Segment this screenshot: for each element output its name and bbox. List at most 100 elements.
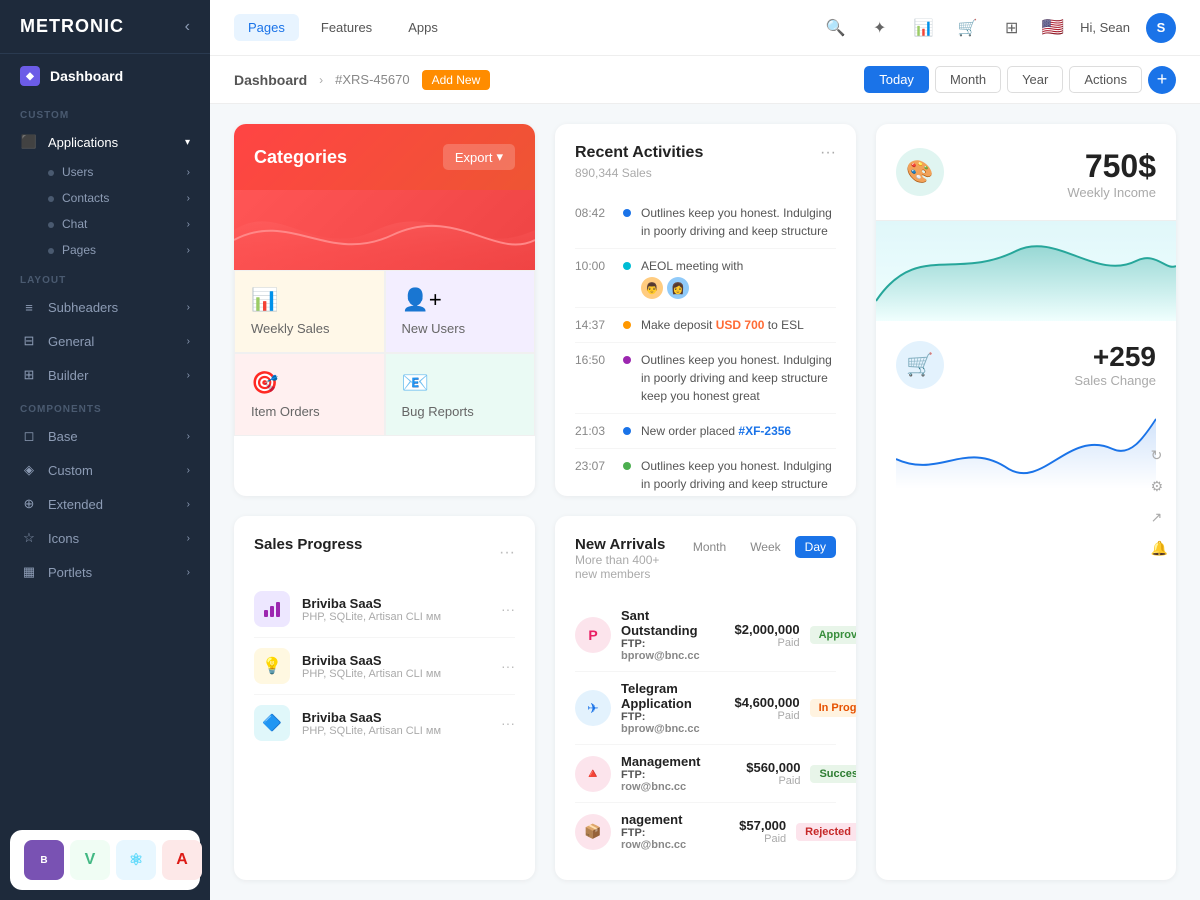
sidebar-toggle[interactable]: ‹: [185, 18, 190, 36]
send-icon[interactable]: ↗: [1151, 509, 1168, 526]
tab-month[interactable]: Month: [683, 536, 736, 558]
avatar: 👨: [641, 277, 663, 299]
react-icon[interactable]: ⚛: [116, 840, 156, 880]
arrivals-amount: $57,000 Paid: [696, 818, 786, 845]
breadcrumb-separator: ›: [319, 73, 323, 87]
sales-item-info: Briviba SaaS PHP, SQLite, Artisan CLI мм: [302, 596, 489, 623]
sales-item-dots3[interactable]: ···: [501, 715, 515, 731]
builder-icon: ⊞: [20, 366, 38, 384]
sidebar-item-dashboard[interactable]: ◆ Dashboard: [0, 54, 210, 98]
topnav-apps-btn[interactable]: Apps: [394, 14, 452, 41]
sales-item-dots2[interactable]: ···: [501, 658, 515, 674]
bug-reports-icon: 📧: [402, 370, 429, 396]
add-button[interactable]: +: [1148, 66, 1176, 94]
chevron-down-icon: ▾: [496, 149, 503, 165]
sidebar-item-pages[interactable]: Pages ›: [0, 237, 210, 263]
chevron-right-icon: ›: [187, 193, 190, 204]
deposit-link[interactable]: USD 700: [716, 318, 765, 332]
framework-bar: B V ⚛ A: [10, 830, 200, 890]
refresh-icon[interactable]: ↻: [1151, 447, 1168, 464]
network-icon[interactable]: ✦: [866, 14, 894, 42]
cat-tile-bug-reports[interactable]: 📧 Bug Reports: [385, 353, 536, 436]
cart-icon[interactable]: 🛒: [954, 14, 982, 42]
new-users-icon: 👤+: [402, 287, 442, 313]
weekly-sales-icon: 📊: [251, 287, 278, 313]
sidebar-item-portlets[interactable]: ▦ Portlets ›: [0, 555, 210, 589]
year-button[interactable]: Year: [1007, 66, 1063, 93]
activity-item: 08:42 Outlines keep you honest. Indulgin…: [575, 196, 836, 249]
tab-day[interactable]: Day: [795, 536, 836, 558]
chart-icon[interactable]: 📊: [910, 14, 938, 42]
main-area: Pages Features Apps 🔍 ✦ 📊 🛒 ⊞ 🇺🇸 Hi, Sea…: [210, 0, 1200, 900]
subheader: Dashboard › #XRS-45670 Add New Today Mon…: [210, 56, 1200, 104]
brand-name: METRONIC: [20, 16, 124, 37]
applications-icon: ⬛: [20, 133, 38, 151]
angular-icon[interactable]: A: [162, 840, 202, 880]
components-section-label: COMPONENTS: [0, 392, 210, 419]
arrivals-amount: $4,600,000 Paid: [710, 695, 800, 722]
bell-icon[interactable]: 🔔: [1151, 540, 1168, 557]
arrivals-subtitle: More than 400+ new members: [575, 553, 683, 581]
activities-card: Recent Activities ··· 890,344 Sales 08:4…: [555, 124, 856, 496]
sales-change-chart: [896, 399, 1156, 489]
bootstrap-icon[interactable]: B: [24, 840, 64, 880]
stats-card: 🎨 750$ Weekly Income: [876, 124, 1176, 880]
month-button[interactable]: Month: [935, 66, 1001, 93]
search-icon[interactable]: 🔍: [822, 14, 850, 42]
vue-icon[interactable]: V: [70, 840, 110, 880]
status-badge: Approved: [810, 626, 856, 644]
portlets-icon: ▦: [20, 563, 38, 581]
sales-item-info2: Briviba SaaS PHP, SQLite, Artisan CLI мм: [302, 653, 489, 680]
activity-item: 10:00 AEOL meeting with 👨 👩: [575, 249, 836, 308]
topnav-pages-btn[interactable]: Pages: [234, 14, 299, 41]
sidebar-item-contacts[interactable]: Contacts ›: [0, 185, 210, 211]
sales-item: 💡 Briviba SaaS PHP, SQLite, Artisan CLI …: [254, 638, 515, 695]
sales-item-dots[interactable]: ···: [501, 601, 515, 617]
sidebar-item-builder[interactable]: ⊞ Builder ›: [0, 358, 210, 392]
cat-tile-item-orders[interactable]: 🎯 Item Orders: [234, 353, 385, 436]
sidebar-item-general[interactable]: ⊟ General ›: [0, 324, 210, 358]
activity-item: 21:03 New order placed #XF-2356: [575, 414, 836, 449]
activities-menu[interactable]: ···: [820, 144, 836, 162]
sidebar-item-base[interactable]: ◻ Base ›: [0, 419, 210, 453]
sidebar-item-subheaders[interactable]: ≡ Subheaders ›: [0, 290, 210, 324]
arrivals-logo: P: [575, 617, 611, 653]
chevron-right-icon: ›: [187, 245, 190, 256]
order-link[interactable]: #XF-2356: [738, 424, 791, 438]
cat-tile-weekly-sales[interactable]: 📊 Weekly Sales: [234, 270, 385, 353]
sidebar-item-icons[interactable]: ☆ Icons ›: [0, 521, 210, 555]
flag-icon[interactable]: 🇺🇸: [1042, 17, 1064, 38]
grid-icon[interactable]: ⊞: [998, 14, 1026, 42]
today-button[interactable]: Today: [864, 66, 929, 93]
sidebar-item-extended[interactable]: ⊕ Extended ›: [0, 487, 210, 521]
sidebar-item-applications[interactable]: ⬛ Applications ▾: [0, 125, 210, 159]
sidebar-item-users[interactable]: Users ›: [0, 159, 210, 185]
income-chart: [876, 221, 1176, 321]
sales-item-icon3: 🔷: [254, 705, 290, 741]
add-new-button[interactable]: Add New: [422, 70, 491, 90]
income-label: Weekly Income: [1067, 185, 1156, 200]
activity-dot: [623, 262, 631, 270]
sidebar: METRONIC ‹ ◆ Dashboard CUSTOM ⬛ Applicat…: [0, 0, 210, 900]
sales-dots-menu[interactable]: ···: [499, 544, 515, 562]
sidebar-item-custom2[interactable]: ◈ Custom ›: [0, 453, 210, 487]
topnav-features-btn[interactable]: Features: [307, 14, 386, 41]
actions-button[interactable]: Actions: [1069, 66, 1142, 93]
activity-dot: [623, 462, 631, 470]
sales-item: 🔷 Briviba SaaS PHP, SQLite, Artisan CLI …: [254, 695, 515, 751]
user-greeting: Hi, Sean: [1080, 20, 1130, 35]
subheaders-icon: ≡: [20, 298, 38, 316]
sales-item-icon: [254, 591, 290, 627]
export-button[interactable]: Export ▾: [443, 144, 515, 170]
settings-icon[interactable]: ⚙: [1151, 478, 1168, 495]
cat-tile-new-users[interactable]: 👤+ New Users: [385, 270, 536, 353]
sidebar-item-chat[interactable]: Chat ›: [0, 211, 210, 237]
categories-header: Categories Export ▾: [234, 124, 535, 190]
new-arrivals-card: New Arrivals More than 400+ new members …: [555, 516, 856, 880]
tab-week[interactable]: Week: [740, 536, 790, 558]
custom-section-label: CUSTOM: [0, 98, 210, 125]
sales-progress-title: Sales Progress: [254, 536, 362, 553]
applications-label: Applications: [48, 135, 118, 150]
user-avatar[interactable]: S: [1146, 13, 1176, 43]
arrivals-logo: 📦: [575, 814, 611, 850]
